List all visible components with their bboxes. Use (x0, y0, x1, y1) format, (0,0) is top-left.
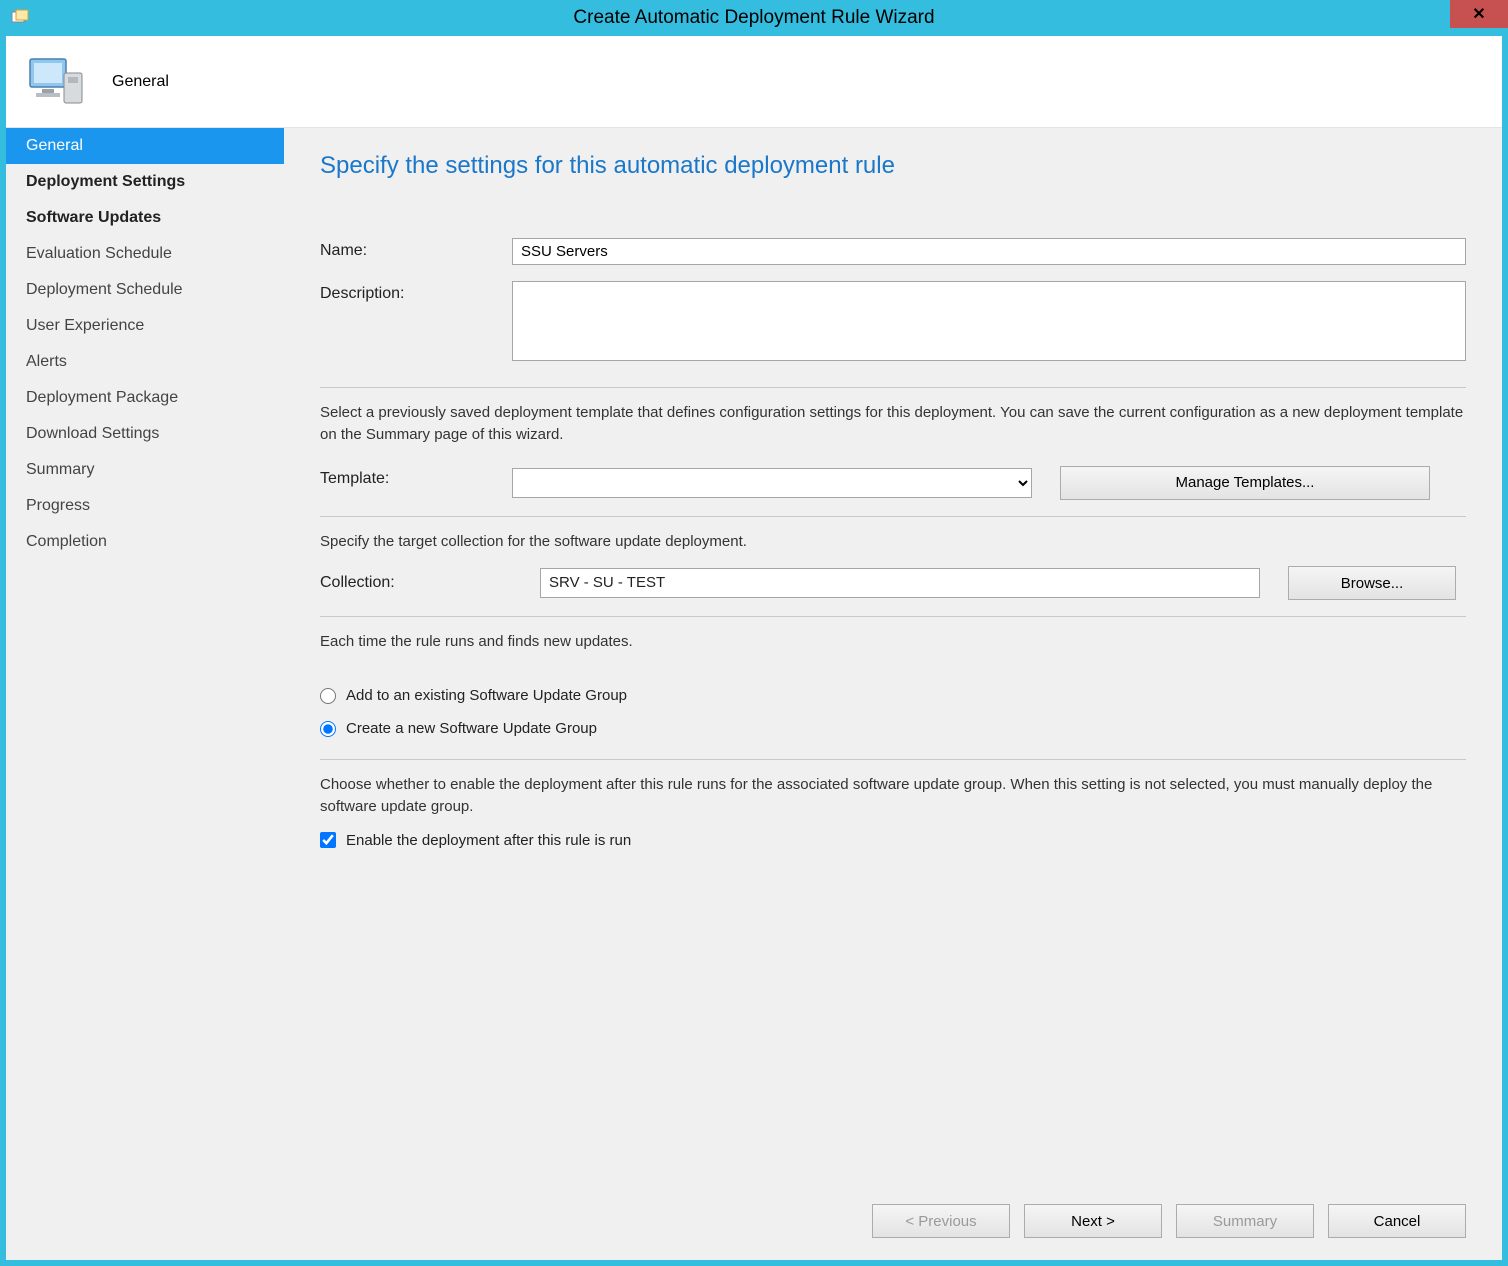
close-button[interactable]: ✕ (1450, 0, 1508, 28)
template-select[interactable] (512, 468, 1032, 498)
summary-button[interactable]: Summary (1176, 1204, 1314, 1238)
template-help-text: Select a previously saved deployment tem… (320, 402, 1466, 446)
computer-icon (28, 55, 86, 109)
sidebar-item-software-updates[interactable]: Software Updates (6, 200, 284, 236)
description-textarea[interactable] (512, 281, 1466, 361)
browse-button[interactable]: Browse... (1288, 566, 1456, 600)
wizard-window: Create Automatic Deployment Rule Wizard … (0, 0, 1508, 1266)
header-page-label: General (112, 73, 169, 91)
sidebar-item-user-experience[interactable]: User Experience (6, 308, 284, 344)
radio-add-existing[interactable]: Add to an existing Software Update Group (320, 687, 1466, 704)
collection-label: Collection: (320, 574, 512, 592)
sidebar-item-general[interactable]: General (6, 128, 284, 164)
collection-help-text: Specify the target collection for the so… (320, 531, 1466, 553)
main-panel: Specify the settings for this automatic … (284, 128, 1502, 1260)
next-button[interactable]: Next > (1024, 1204, 1162, 1238)
sidebar-item-evaluation-schedule[interactable]: Evaluation Schedule (6, 236, 284, 272)
client-area: General GeneralDeployment SettingsSoftwa… (6, 36, 1502, 1260)
sidebar-item-deployment-package[interactable]: Deployment Package (6, 380, 284, 416)
page-heading: Specify the settings for this automatic … (320, 152, 1466, 180)
radio-add-label: Add to an existing Software Update Group (346, 687, 627, 704)
wizard-body: GeneralDeployment SettingsSoftware Updat… (6, 128, 1502, 1260)
sidebar-item-deployment-schedule[interactable]: Deployment Schedule (6, 272, 284, 308)
radio-create-new[interactable]: Create a new Software Update Group (320, 720, 1466, 737)
divider (320, 387, 1466, 388)
enable-deployment-label: Enable the deployment after this rule is… (346, 832, 631, 849)
divider (320, 759, 1466, 760)
close-icon: ✕ (1472, 4, 1485, 24)
manage-templates-button[interactable]: Manage Templates... (1060, 466, 1430, 500)
name-label: Name: (320, 238, 512, 260)
divider (320, 616, 1466, 617)
radio-add-existing-input[interactable] (320, 688, 336, 704)
sidebar-item-download-settings[interactable]: Download Settings (6, 416, 284, 452)
collection-field: SRV - SU - TEST (540, 568, 1260, 598)
wizard-header: General (6, 36, 1502, 128)
sidebar-item-deployment-settings[interactable]: Deployment Settings (6, 164, 284, 200)
sidebar-item-completion[interactable]: Completion (6, 524, 284, 560)
enable-help-text: Choose whether to enable the deployment … (320, 774, 1466, 818)
sidebar-item-progress[interactable]: Progress (6, 488, 284, 524)
radio-create-label: Create a new Software Update Group (346, 720, 597, 737)
divider (320, 516, 1466, 517)
description-label: Description: (320, 281, 512, 303)
sidebar-item-summary[interactable]: Summary (6, 452, 284, 488)
titlebar: Create Automatic Deployment Rule Wizard … (0, 0, 1508, 36)
enable-deployment-checkbox-row[interactable]: Enable the deployment after this rule is… (320, 832, 1466, 849)
radio-create-new-input[interactable] (320, 721, 336, 737)
name-input[interactable] (512, 238, 1466, 265)
wizard-footer: < Previous Next > Summary Cancel (872, 1204, 1466, 1238)
enable-deployment-checkbox[interactable] (320, 832, 336, 848)
sidebar: GeneralDeployment SettingsSoftware Updat… (6, 128, 284, 1260)
sidebar-item-alerts[interactable]: Alerts (6, 344, 284, 380)
window-title: Create Automatic Deployment Rule Wizard (0, 7, 1508, 29)
cancel-button[interactable]: Cancel (1328, 1204, 1466, 1238)
each-time-text: Each time the rule runs and finds new up… (320, 631, 1466, 653)
previous-button[interactable]: < Previous (872, 1204, 1010, 1238)
template-label: Template: (320, 466, 512, 488)
